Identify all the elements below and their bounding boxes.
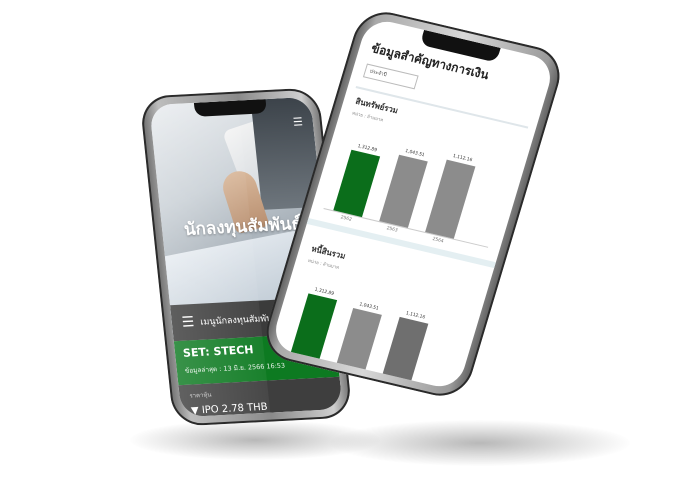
chart-bar: [425, 159, 476, 239]
chart-bar: [379, 154, 428, 228]
price-label: ราคาหุ้น: [189, 391, 212, 400]
scene: ☰ นักลงทุนสัมพันธ์ ☰ เมนูนักลงทุนสัมพันธ…: [0, 0, 700, 504]
hamburger-menu-icon[interactable]: ☰: [292, 115, 303, 129]
period-dropdown-value: ประจำปี: [368, 68, 388, 79]
chart-bar: [333, 149, 381, 218]
menu-icon: ☰: [181, 314, 196, 331]
right-phone: ข้อมูลสำคัญทางการเงิน ประจำปี สินทรัพย์ร…: [258, 6, 568, 402]
chart-card: สินทรัพย์รวม หน่วย : ล้านบาท 1,312.89 256…: [319, 86, 529, 249]
right-phone-screen: ข้อมูลสำคัญทางการเงิน ประจำปี สินทรัพย์ร…: [269, 16, 557, 392]
right-phone-shadow: [330, 420, 630, 466]
